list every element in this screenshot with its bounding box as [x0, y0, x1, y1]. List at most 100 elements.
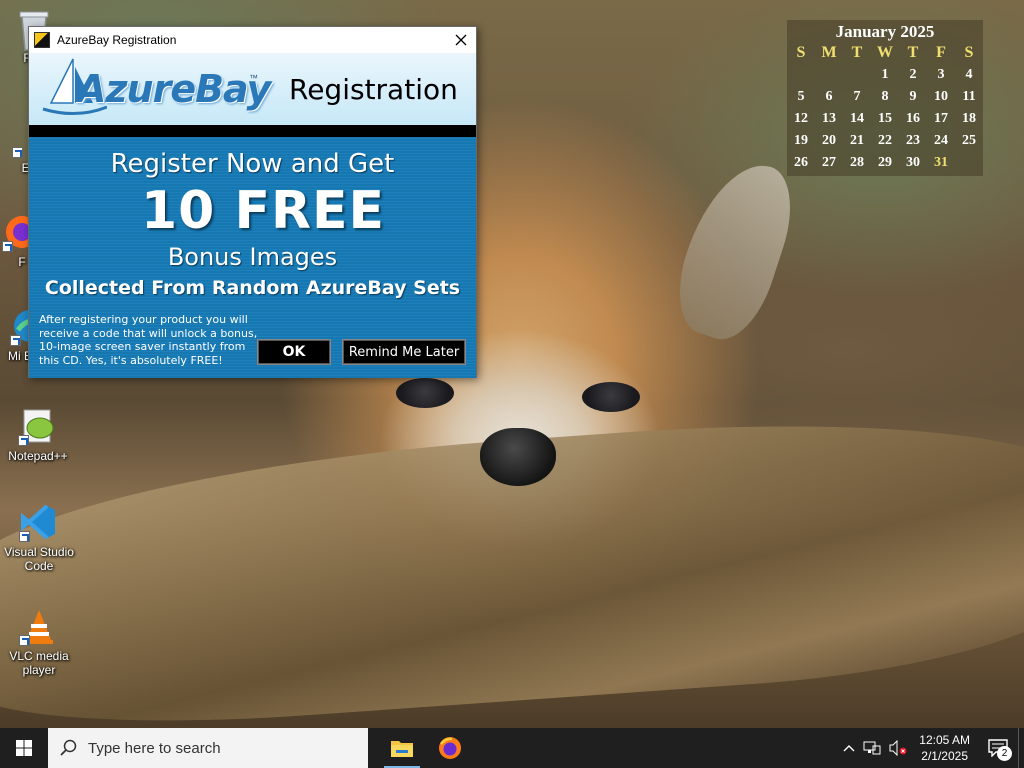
calendar-day: 17 [934, 111, 948, 126]
close-button[interactable] [446, 27, 476, 53]
banner-divider [29, 125, 476, 137]
desktop-icon-label: Visual Studio Code [4, 545, 74, 573]
calendar-day: 1 [881, 67, 889, 82]
calendar-weekday: F [936, 44, 946, 61]
desktop-icon-label: Notepad++ [8, 449, 68, 463]
calendar-day: 10 [934, 89, 948, 104]
firefox-icon [439, 737, 461, 759]
calendar-day: 26 [794, 155, 808, 170]
fox-nose [480, 428, 556, 486]
calendar-day: 21 [850, 133, 864, 148]
app-icon [34, 32, 50, 48]
calendar-weekday: T [907, 44, 919, 61]
calendar-day: 23 [906, 133, 920, 148]
start-button[interactable] [0, 728, 48, 768]
system-tray: 12:05 AM 2/1/2025 2 [839, 728, 1024, 768]
calendar-day: 14 [850, 111, 864, 126]
fox-eye-right [582, 382, 640, 412]
taskbar-search-box[interactable]: Type here to search [48, 728, 368, 768]
calendar-day: 19 [794, 133, 808, 148]
promo-headline: Register Now and Get [110, 149, 395, 179]
notification-count-badge: 2 [997, 746, 1012, 761]
shortcut-arrow-icon [19, 531, 30, 542]
calendar-day: 25 [962, 133, 976, 148]
calendar-day: 9 [909, 89, 917, 104]
calendar-day: 16 [906, 111, 920, 126]
calendar-day: 20 [822, 133, 836, 148]
calendar-day: 22 [878, 133, 892, 148]
calendar-day [815, 64, 843, 86]
shortcut-arrow-icon [2, 241, 13, 252]
dialog-titlebar[interactable]: AzureBay Registration [29, 27, 476, 53]
calendar-day: 11 [962, 89, 976, 104]
azurebay-logo: AzureBay ™ [29, 53, 271, 125]
search-icon [60, 739, 77, 756]
promo-collected-text: Collected From Random AzureBay Sets [44, 277, 461, 299]
taskbar-file-explorer[interactable] [378, 728, 426, 768]
calendar-day: 30 [906, 155, 920, 170]
desktop-icon-vlc[interactable]: VLC media player [1, 606, 77, 677]
calendar-day: 28 [850, 155, 864, 170]
calendar-day [843, 64, 871, 86]
remind-me-later-button[interactable]: Remind Me Later [342, 339, 466, 365]
vlc-icon [19, 606, 59, 646]
calendar-weekday: M [821, 44, 837, 61]
ok-button[interactable]: OK [257, 339, 331, 365]
desktop-icon-label: VLC media player [9, 649, 69, 677]
calendar-day: 4 [965, 67, 973, 82]
network-button[interactable] [859, 728, 885, 768]
fox-eye-left [396, 378, 454, 408]
calendar-day: 27 [822, 155, 836, 170]
calendar-weekday: W [877, 44, 893, 61]
registration-dialog: AzureBay Registration AzureBay ™ Registr… [28, 26, 477, 378]
calendar-day: 13 [822, 111, 836, 126]
calendar-day: 7 [853, 89, 861, 104]
calendar-day: 5 [797, 89, 805, 104]
taskbar: Type here to search 12:05 AM 2/1/2025 2 [0, 728, 1024, 768]
promo-panel: Register Now and Get 10 FREE Bonus Image… [29, 137, 476, 378]
promo-free-count: 10 FREE [141, 181, 386, 241]
network-icon [863, 741, 881, 755]
chevron-up-icon [843, 745, 855, 752]
taskbar-firefox[interactable] [426, 728, 474, 768]
shortcut-arrow-icon [18, 435, 29, 446]
calendar-grid: S M T W T F S 1 2 3 4 5 6 7 8 9 10 11 12 13 14 15 16 17 18 19 20 21… [787, 42, 983, 174]
calendar-day [787, 64, 815, 86]
show-desktop-button[interactable] [1018, 728, 1024, 768]
calendar-weekday: S [964, 44, 974, 61]
desktop-icon-notepadpp[interactable]: Notepad++ [0, 406, 76, 463]
search-placeholder: Type here to search [88, 739, 221, 757]
calendar-weekday: S [796, 44, 806, 61]
calendar-day: 29 [878, 155, 892, 170]
vscode-icon [19, 502, 59, 542]
logo-trademark: ™ [249, 73, 258, 83]
calendar-title: January 2025 [835, 22, 935, 41]
calendar-day: 24 [934, 133, 948, 148]
calendar-day-today: 31 [934, 155, 948, 170]
calendar-day: 12 [794, 111, 808, 126]
logo-text: AzureBay [77, 67, 271, 111]
shortcut-arrow-icon [19, 635, 30, 646]
shortcut-arrow-icon [12, 147, 23, 158]
shortcut-arrow-icon [10, 335, 21, 346]
calendar-day: 3 [937, 67, 945, 82]
dialog-banner: AzureBay ™ Registration [29, 53, 476, 125]
calendar-day: 15 [878, 111, 892, 126]
calendar-day: 2 [909, 67, 917, 82]
windows-icon [16, 740, 32, 756]
calendar-day [955, 152, 983, 174]
fox-ear [664, 150, 806, 350]
volume-button[interactable] [885, 728, 911, 768]
volume-muted-icon [889, 740, 907, 756]
notepadpp-icon [18, 406, 58, 446]
clock-time: 12:05 AM [919, 733, 970, 747]
close-icon [455, 34, 467, 46]
dialog-title: AzureBay Registration [57, 33, 177, 47]
banner-title: Registration [289, 72, 458, 106]
calendar-day: 6 [825, 89, 833, 104]
show-hidden-icons-button[interactable] [839, 728, 859, 768]
taskbar-clock[interactable]: 12:05 AM 2/1/2025 [911, 732, 978, 764]
notifications-button[interactable]: 2 [978, 728, 1018, 768]
desktop-icon-vscode[interactable]: Visual Studio Code [1, 502, 77, 573]
promo-bonus-images: Bonus Images [167, 243, 338, 271]
